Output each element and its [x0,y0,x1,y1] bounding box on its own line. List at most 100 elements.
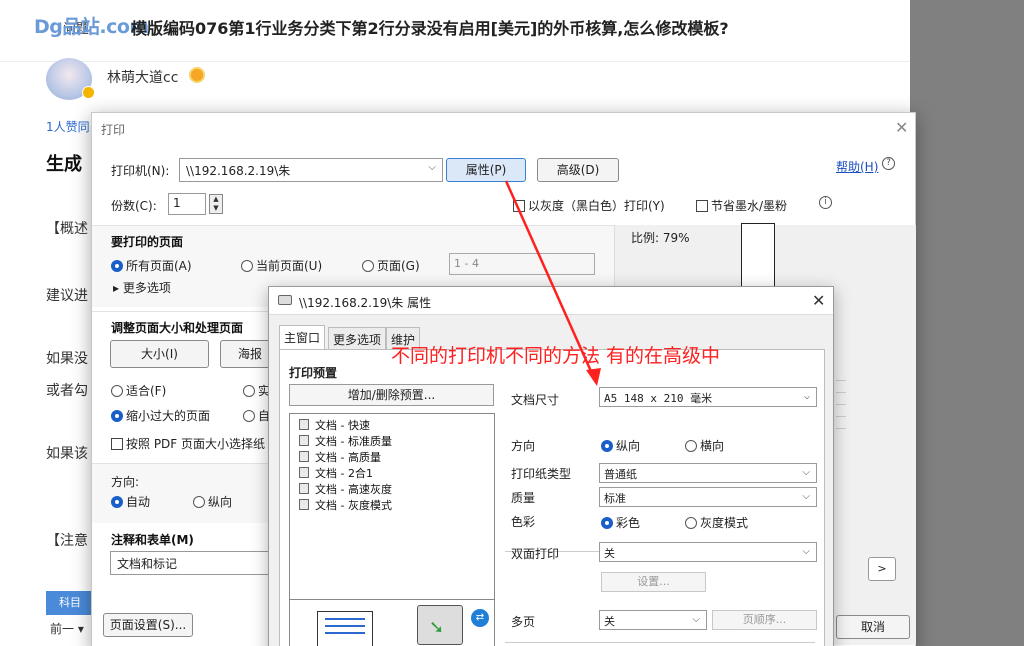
presets-heading: 打印预置 [289,366,338,380]
orientation-portrait-option[interactable]: 纵向 [193,493,232,510]
duplex-select[interactable]: 关 ⌵ [599,542,817,562]
grayscale-checkbox[interactable] [513,200,525,212]
multipage-select[interactable]: 关 ⌵ [599,610,707,630]
more-options-toggle[interactable]: ▸ 更多选项 [113,279,171,296]
multipage-label: 多页 [511,615,536,629]
document-icon [299,435,309,446]
preview-text-line [836,380,846,381]
subject-tab[interactable]: 科目 [46,591,94,615]
medal-icon [189,67,205,83]
list-item[interactable]: 文档 - 高质量 [299,449,381,465]
tab-main[interactable]: 主窗口 [279,325,326,349]
preview-text-line [325,618,365,620]
refresh-icon[interactable]: ⇄ [471,609,489,627]
page-range-option[interactable]: 页面(G) [362,257,420,274]
color-option-label: 彩色 [616,516,641,530]
duplex-settings-button[interactable]: 设置... [601,572,706,592]
custom-scale-radio[interactable] [243,410,255,422]
document-icon [299,451,309,462]
preset-label: 文档 - 2合1 [315,467,373,480]
info-icon[interactable]: i [819,196,832,209]
chevron-down-icon: ⌵ [802,546,810,557]
pdf-paper-source-checkbox[interactable] [111,438,123,450]
list-item[interactable]: 文档 - 标准质量 [299,433,392,449]
paper-size-value: A5 148 x 210 毫米 [604,392,713,405]
fit-option[interactable]: 适合(F) [111,382,166,399]
grayscale-option[interactable]: 以灰度（黑白色）打印(Y) [513,197,665,214]
landscape-radio[interactable] [685,440,697,452]
paper-size-select[interactable]: A5 148 x 210 毫米 ⌵ [599,387,817,407]
presets-list[interactable]: 文档 - 快速 文档 - 标准质量 文档 - 高质量 文档 - 2合1 文档 -… [289,413,495,603]
all-pages-radio[interactable] [111,260,123,272]
pdf-paper-source-option[interactable]: 按照 PDF 页面大小选择纸 [111,435,265,452]
paper-type-label: 打印纸类型 [511,467,572,481]
author-name[interactable]: 林萌大道cc [107,67,178,87]
next-page-button[interactable]: > [868,557,896,581]
portrait-label: 纵向 [616,439,641,453]
advanced-button[interactable]: 高级(D) [537,158,619,182]
preset-label: 文档 - 标准质量 [315,435,392,448]
paper-size-label: 文档尺寸 [511,393,560,407]
grayscale-mode-radio[interactable] [685,517,697,529]
chevron-down-icon: ⌵ [802,491,810,502]
properties-title: \\192.168.2.19\朱 属性 [299,296,432,310]
chevron-down-icon: ⌵ [692,614,700,625]
shrink-option[interactable]: 缩小过大的页面 [111,407,210,424]
size-button[interactable]: 大小(I) [110,340,209,368]
page-range-input[interactable]: 1 - 4 [449,253,595,275]
grayscale-mode-option[interactable]: 灰度模式 [685,514,748,531]
preview-text-line [836,428,846,429]
orientation-portrait-radio[interactable] [193,496,205,508]
list-item[interactable]: 文档 - 灰度模式 [299,497,392,513]
add-remove-presets-button[interactable]: 增加/删除预置... [289,384,494,406]
quality-select[interactable]: 标准 ⌵ [599,487,817,507]
landscape-option[interactable]: 横向 [685,437,724,454]
list-item[interactable]: 文档 - 高速灰度 [299,481,392,497]
help-link[interactable]: 帮助(H) [836,158,878,175]
close-icon[interactable]: ✕ [812,291,825,310]
preview-text-line [836,392,846,393]
save-ink-option[interactable]: 节省墨水/墨粉 [696,197,787,214]
grayscale-label: 以灰度（黑白色）打印(Y) [528,199,665,213]
comments-heading: 注释和表单(M) [111,533,194,547]
shrink-radio[interactable] [111,410,123,422]
quality-value: 标准 [604,492,626,505]
previous-control[interactable]: 前一 ▾ [50,620,84,637]
current-page-option[interactable]: 当前页面(U) [241,257,322,274]
orientation-label: 方向 [511,439,536,453]
actual-size-option[interactable]: 实 [243,382,270,399]
page-order-button[interactable]: 页顺序... [712,610,817,630]
printer-properties-dialog: \\192.168.2.19\朱 属性 ✕ 主窗口 更多选项 维护 打印预置 增… [268,286,834,646]
list-item[interactable]: 文档 - 快速 [299,417,370,433]
all-pages-option[interactable]: 所有页面(A) [111,257,192,274]
tab-more-options[interactable]: 更多选项 [328,327,387,349]
answer-text-line: 【注意 [46,533,88,549]
portrait-option[interactable]: 纵向 [601,437,640,454]
orientation-auto-radio[interactable] [111,496,123,508]
paper-type-select[interactable]: 普通纸 ⌵ [599,463,817,483]
close-icon[interactable]: ✕ [895,118,908,137]
color-radio[interactable] [601,517,613,529]
portrait-radio[interactable] [601,440,613,452]
answer-text-line: 建议进 [46,288,88,304]
page-setup-button[interactable]: 页面设置(S)... [103,613,193,637]
copies-spinner[interactable]: ▲ ▼ [209,194,223,214]
actual-size-radio[interactable] [243,385,255,397]
save-ink-checkbox[interactable] [696,200,708,212]
cancel-button[interactable]: 取消 [836,615,910,639]
printer-select[interactable]: \\192.168.2.19\朱 ⌵ [179,158,443,182]
orientation-auto-option[interactable]: 自动 [111,493,150,510]
comments-select[interactable]: 文档和标记 [110,551,270,575]
page-range-radio[interactable] [362,260,374,272]
fit-radio[interactable] [111,385,123,397]
orientation-portrait-label: 纵向 [208,495,233,509]
landscape-label: 横向 [700,439,725,453]
custom-scale-option[interactable]: 自 [243,407,270,424]
current-page-radio[interactable] [241,260,253,272]
properties-button[interactable]: 属性(P) [446,158,526,182]
help-icon[interactable]: ? [882,157,895,170]
list-item[interactable]: 文档 - 2合1 [299,465,373,481]
shrink-label: 缩小过大的页面 [126,409,211,423]
copies-input[interactable]: 1 [168,193,206,215]
color-option[interactable]: 彩色 [601,514,640,531]
